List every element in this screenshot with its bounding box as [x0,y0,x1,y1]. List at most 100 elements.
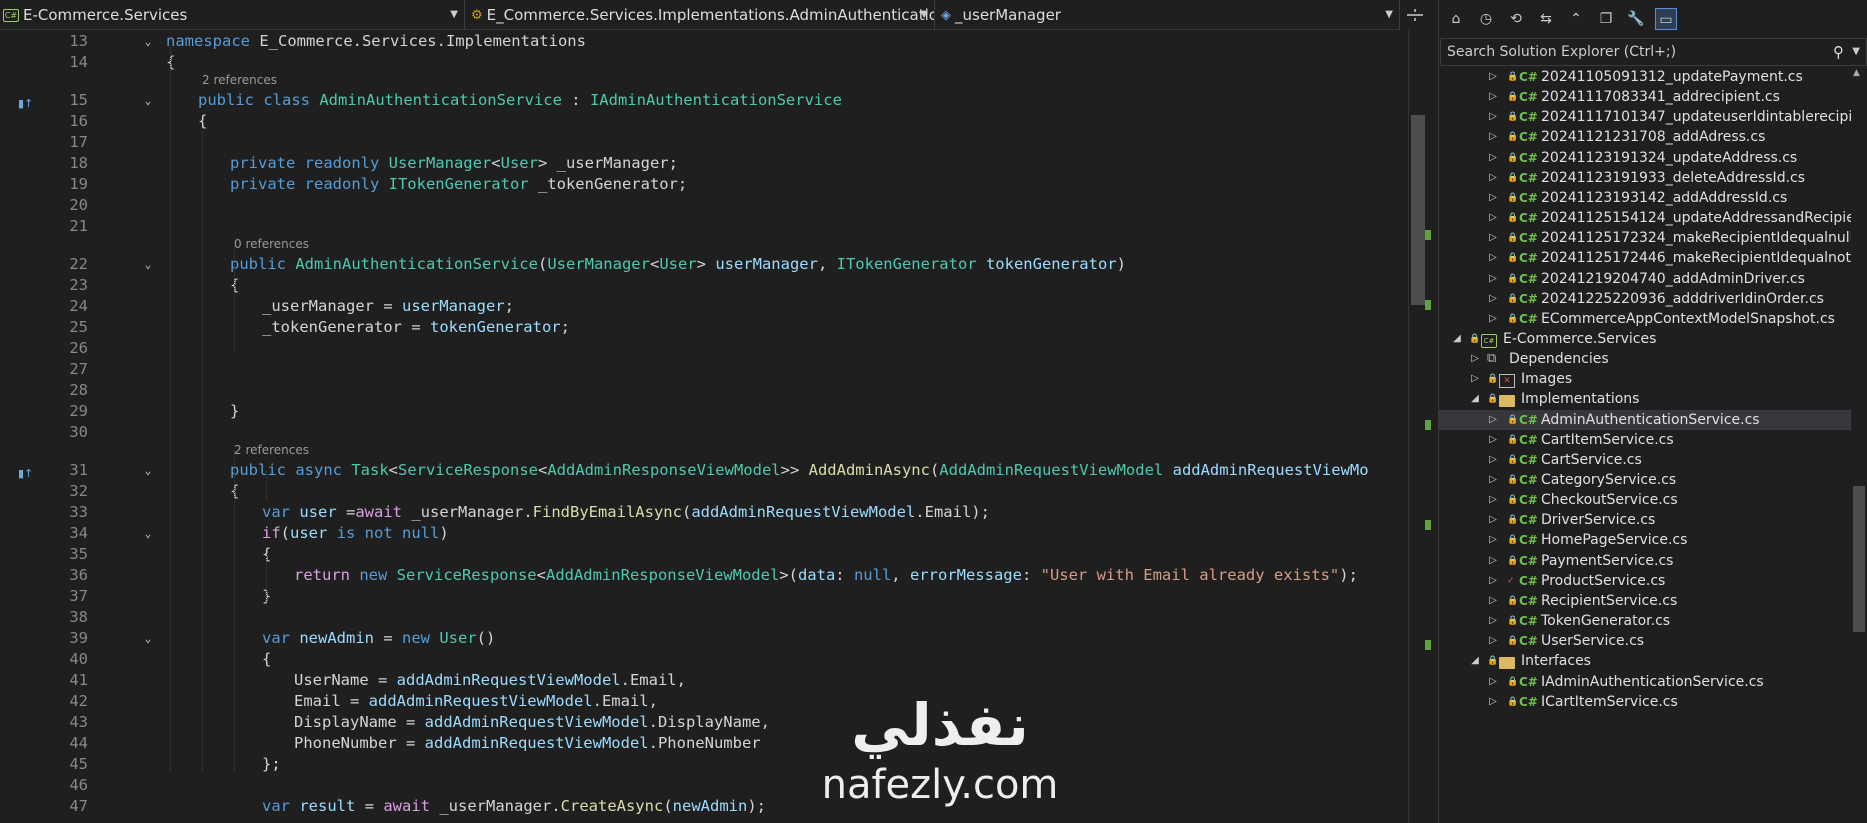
collapsed-arrow-icon[interactable]: ▷ [1487,530,1499,550]
type-dropdown[interactable]: ⚙ E_Commerce.Services.Implementations.Ad… [465,0,935,30]
code-line[interactable]: 45}; [0,754,1400,775]
file-node[interactable]: ▷ 🔒 C# ECommerceAppContextModelSnapshot.cs [1439,309,1851,329]
collapsed-arrow-icon[interactable]: ▷ [1487,127,1499,147]
collapsed-arrow-icon[interactable]: ▷ [1487,107,1499,127]
folder-node[interactable]: ▷ 🔒 ✕ Images [1439,369,1851,389]
editor-scrollbar-thumb[interactable] [1411,115,1425,305]
collapsed-arrow-icon[interactable]: ▷ [1487,67,1499,87]
collapsed-arrow-icon[interactable]: ▷ [1487,289,1499,309]
project-dropdown[interactable]: C# E-Commerce.Services ▼ [0,0,465,30]
code-line[interactable]: 44 PhoneNumber = addAdminRequestViewModel… [0,733,1400,754]
code-line[interactable]: 27 [0,359,1400,380]
solution-explorer-scrollbar[interactable] [1851,67,1867,823]
solution-explorer-scrollbar-thumb[interactable] [1853,486,1865,632]
code-line[interactable]: 38 [0,607,1400,628]
sync-icon[interactable]: ⇆ [1535,8,1557,30]
code-line[interactable]: 20 [0,195,1400,216]
file-node[interactable]: ▷ 🔒 C# AdminAuthenticationService.cs [1439,409,1851,430]
folder-node[interactable]: ◢ 🔒 Implementations [1439,389,1851,409]
expanded-arrow-icon[interactable]: ◢ [1469,389,1481,409]
code-line[interactable]: 30 [0,422,1400,443]
file-node[interactable]: ▷ 🔒 C# 20241125172324_makeRecipientIdequaln… [1439,228,1851,248]
code-line[interactable]: 23{ [0,275,1400,296]
file-node[interactable]: ▷ 🔒 C# TokenGenerator.cs [1439,611,1851,631]
file-node[interactable]: ▷ 🔒 C# IAdminAuthenticationService.cs [1439,672,1851,692]
expanded-arrow-icon[interactable]: ◢ [1451,329,1463,349]
file-node[interactable]: ▷ 🔒 C# ICartItemService.cs [1439,692,1851,712]
file-node[interactable]: ▷ 🔒 C# PaymentService.cs [1439,551,1851,571]
file-node[interactable]: ▷ 🔒 C# 20241225220936_adddriverIdinOrder.cs [1439,289,1851,309]
file-node[interactable]: ▷ 🔒 C# HomePageService.cs [1439,530,1851,550]
collapsed-arrow-icon[interactable]: ▷ [1487,470,1499,490]
history-icon[interactable]: ⟲ [1505,8,1527,30]
code-line[interactable]: 34 ⌄ if(user is not null) [0,523,1400,544]
file-node[interactable]: ▷ 🔒 C# 20241123191933_deleteAddressId.cs [1439,168,1851,188]
collapsed-arrow-icon[interactable]: ▷ [1487,208,1499,228]
code-line[interactable]: 22 ⌄ public AdminAuthenticationService(Use… [0,254,1400,275]
file-node[interactable]: ▷ 🔒 C# 20241125172446_makeRecipientIdequaln… [1439,248,1851,268]
collapsed-arrow-icon[interactable]: ▷ [1487,611,1499,631]
file-node[interactable]: ▷ 🔒 C# 20241117101347_updateuserIdintablere… [1439,107,1851,127]
file-node[interactable]: ▷ 🔒 C# UserService.cs [1439,631,1851,651]
code-line[interactable]: 42 Email = addAdminRequestViewModel.Email… [0,691,1400,712]
scroll-up-icon[interactable]: ▲ [1853,68,1860,78]
file-node[interactable]: ▷ 🔒 C# CheckoutService.cs [1439,490,1851,510]
code-line[interactable]: 47 var result = await _userManager.Create… [0,796,1400,817]
search-solution-explorer[interactable]: Search Solution Explorer (Ctrl+;) ⚲ ▼ [1440,38,1867,66]
search-icon[interactable]: ⚲ [1833,43,1844,61]
collapse-all-icon[interactable]: ⌃ [1565,8,1587,30]
code-line[interactable]: 13 ⌄ namespace E_Commerce.Services.Impleme… [0,31,1400,52]
member-dropdown[interactable]: ◈ _userManager ▼ [935,0,1400,30]
properties-icon[interactable]: 🔧 [1625,8,1647,30]
code-line[interactable]: 36 return new ServiceResponse<AddAdminRes… [0,565,1400,586]
collapsed-arrow-icon[interactable]: ▷ [1487,148,1499,168]
collapsed-arrow-icon[interactable]: ▷ [1469,349,1481,369]
code-line[interactable]: 24 _userManager = userManager; [0,296,1400,317]
folder-node[interactable]: ▷ ⧉ Dependencies [1439,349,1851,369]
fold-collapse-icon[interactable]: ⌄ [140,90,156,111]
fold-collapse-icon[interactable]: ⌄ [140,460,156,481]
fold-collapse-icon[interactable]: ⌄ [140,31,156,52]
file-node[interactable]: ▷ 🔒 C# 20241123191324_updateAddress.cs [1439,148,1851,168]
expanded-arrow-icon[interactable]: ◢ [1469,651,1481,671]
code-line[interactable]: 31 ▮↑ ⌄ public async Task<ServiceResponse<A… [0,460,1400,481]
collapsed-arrow-icon[interactable]: ▷ [1487,248,1499,268]
collapsed-arrow-icon[interactable]: ▷ [1487,692,1499,712]
code-line[interactable]: 16 { [0,111,1400,132]
collapsed-arrow-icon[interactable]: ▷ [1487,228,1499,248]
fold-collapse-icon[interactable]: ⌄ [140,254,156,275]
code-line[interactable]: 19 private readonly ITokenGenerator _toke… [0,174,1400,195]
collapsed-arrow-icon[interactable]: ▷ [1487,168,1499,188]
split-editor-icon[interactable] [1405,8,1425,22]
file-node[interactable]: ▷ 🔒 C# 20241121231708_addAdress.cs [1439,127,1851,147]
project-node[interactable]: ◢ 🔒 C# E-Commerce.Services [1439,329,1851,349]
solution-tree[interactable]: ▷ 🔒 C# 20241105091312_updatePayment.cs ▷ 🔒 C# 2… [1439,67,1851,823]
collapsed-arrow-icon[interactable]: ▷ [1487,269,1499,289]
codelens-references[interactable]: 2 references [234,443,309,460]
collapsed-arrow-icon[interactable]: ▷ [1487,309,1499,329]
code-line[interactable]: 35{ [0,544,1400,565]
code-line[interactable]: 37} [0,586,1400,607]
implementation-marker-icon[interactable]: ▮↑ [18,463,36,480]
code-line[interactable]: 39 ⌄ var newAdmin = new User() [0,628,1400,649]
collapsed-arrow-icon[interactable]: ▷ [1487,490,1499,510]
preview-icon[interactable]: ▭ [1655,8,1677,30]
collapsed-arrow-icon[interactable]: ▷ [1487,410,1499,430]
code-line[interactable]: 29} [0,401,1400,422]
fold-collapse-icon[interactable]: ⌄ [140,628,156,649]
file-node[interactable]: ▷ 🔒 C# 20241105091312_updatePayment.cs [1439,67,1851,87]
code-line[interactable]: 43 DisplayName = addAdminRequestViewModel… [0,712,1400,733]
file-node[interactable]: ▷ 🔒 C# DriverService.cs [1439,510,1851,530]
file-node[interactable]: ▷ 🔒 C# 20241123193142_addAddressId.cs [1439,188,1851,208]
code-line[interactable]: 26 [0,338,1400,359]
collapsed-arrow-icon[interactable]: ▷ [1487,450,1499,470]
collapsed-arrow-icon[interactable]: ▷ [1487,591,1499,611]
file-node[interactable]: ▷ 🔒 C# CartService.cs [1439,450,1851,470]
file-node[interactable]: ▷ 🔒 C# CartItemService.cs [1439,430,1851,450]
collapsed-arrow-icon[interactable]: ▷ [1469,369,1481,389]
collapsed-arrow-icon[interactable]: ▷ [1487,551,1499,571]
show-all-files-icon[interactable]: ❐ [1595,8,1617,30]
collapsed-arrow-icon[interactable]: ▷ [1487,571,1499,591]
code-line[interactable]: 17 [0,132,1400,153]
code-line[interactable]: 28 [0,380,1400,401]
